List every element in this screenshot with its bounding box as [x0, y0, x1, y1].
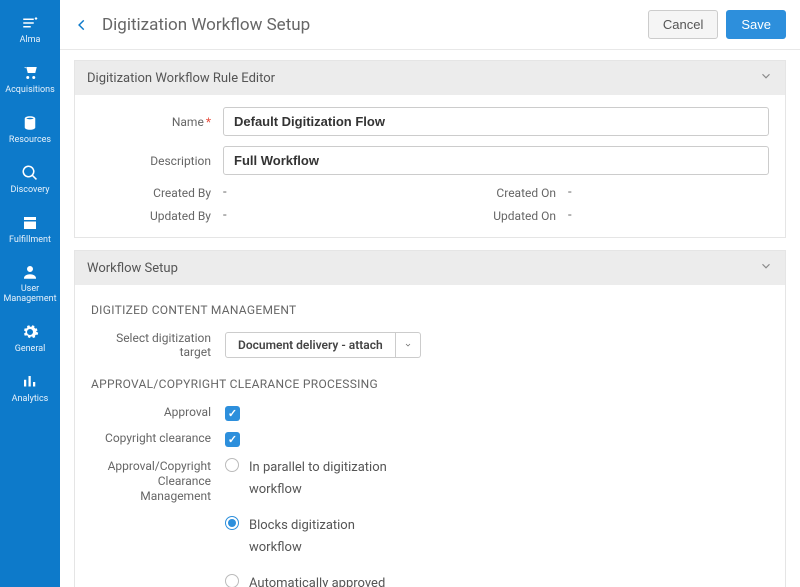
workflow-setup-panel-header[interactable]: Workflow Setup [75, 251, 785, 285]
page-title: Digitization Workflow Setup [102, 15, 640, 35]
acc-heading: APPROVAL/COPYRIGHT CLEARANCE PROCESSING [91, 377, 769, 391]
sidebar-item-label: General [15, 345, 46, 355]
chevron-down-icon [759, 259, 773, 277]
users-icon [21, 263, 39, 281]
panel-title: Digitization Workflow Rule Editor [87, 71, 275, 86]
sidebar-item-label: Analytics [12, 395, 49, 405]
search-icon [21, 164, 39, 182]
header-actions: Cancel Save [648, 10, 786, 39]
digitization-target-value: Document delivery - attach [225, 332, 396, 358]
gear-icon [21, 323, 39, 341]
database-icon [21, 114, 39, 132]
save-button[interactable]: Save [726, 10, 786, 39]
chevron-down-icon [759, 69, 773, 87]
sidebar-item-general[interactable]: General [0, 315, 60, 365]
approval-checkbox[interactable] [225, 406, 240, 421]
main-content: Digitization Workflow Setup Cancel Save … [60, 0, 800, 587]
cancel-button[interactable]: Cancel [648, 10, 718, 39]
approval-label: Approval [91, 405, 211, 420]
accm-radio-group: In parallel to digitization workflow Blo… [225, 457, 409, 587]
created-by-label: Created By [91, 186, 211, 200]
radio-parallel[interactable]: In parallel to digitization workflow [225, 457, 409, 501]
updated-by-value: - [223, 208, 424, 223]
radio-blocks[interactable]: Blocks digitization workflow [225, 515, 409, 559]
chevron-left-icon [75, 18, 89, 32]
copyright-clearance-checkbox[interactable] [225, 432, 240, 447]
sidebar-item-label: Acquisitions [5, 86, 55, 96]
back-button[interactable] [70, 13, 94, 37]
workflow-setup-panel: Workflow Setup DIGITIZED CONTENT MANAGEM… [74, 250, 786, 587]
sidebar-item-fulfillment[interactable]: Fulfillment [0, 206, 60, 256]
digitization-target-label: Select digitization target [91, 331, 211, 359]
radio-icon [225, 574, 239, 587]
created-on-label: Created On [436, 186, 556, 200]
cart-icon [21, 64, 39, 82]
fulfillment-icon [21, 214, 39, 232]
alma-icon [21, 14, 39, 32]
sidebar-item-discovery[interactable]: Discovery [0, 156, 60, 206]
radio-auto-approved[interactable]: Automatically approved [225, 573, 409, 587]
updated-on-label: Updated On [436, 209, 556, 223]
rule-editor-panel: Digitization Workflow Rule Editor Name* … [74, 60, 786, 238]
created-by-value: - [223, 185, 424, 200]
sidebar-item-user-management[interactable]: User Management [0, 255, 60, 315]
created-on-value: - [568, 185, 769, 200]
description-label: Description [91, 154, 211, 168]
sidebar-item-label: Alma [20, 36, 41, 46]
page-header: Digitization Workflow Setup Cancel Save [60, 0, 800, 50]
sidebar: Alma Acquisitions Resources Discovery Fu… [0, 0, 60, 587]
updated-by-label: Updated By [91, 209, 211, 223]
sidebar-item-analytics[interactable]: Analytics [0, 365, 60, 415]
sidebar-item-resources[interactable]: Resources [0, 106, 60, 156]
analytics-icon [21, 373, 39, 391]
sidebar-item-label: Discovery [11, 186, 50, 196]
rule-editor-panel-header[interactable]: Digitization Workflow Rule Editor [75, 61, 785, 95]
sidebar-item-acquisitions[interactable]: Acquisitions [0, 56, 60, 106]
radio-label: Blocks digitization workflow [249, 515, 409, 559]
sidebar-item-label: Resources [9, 136, 51, 146]
caret-down-icon [396, 332, 421, 358]
sidebar-item-alma[interactable]: Alma [0, 6, 60, 56]
sidebar-item-label: User Management [2, 285, 58, 305]
accm-label: Approval/Copyright Clearance Management [91, 457, 211, 504]
radio-icon [225, 458, 239, 472]
dcm-heading: DIGITIZED CONTENT MANAGEMENT [91, 303, 769, 317]
digitization-target-select[interactable]: Document delivery - attach [225, 332, 421, 358]
panel-title: Workflow Setup [87, 261, 178, 276]
sidebar-item-label: Fulfillment [9, 236, 51, 246]
name-label: Name* [91, 115, 211, 129]
copyright-clearance-label: Copyright clearance [91, 431, 211, 446]
radio-icon [225, 516, 239, 530]
radio-label: In parallel to digitization workflow [249, 457, 409, 501]
updated-on-value: - [568, 208, 769, 223]
radio-label: Automatically approved [249, 573, 385, 587]
name-input[interactable] [223, 107, 769, 136]
description-input[interactable] [223, 146, 769, 175]
